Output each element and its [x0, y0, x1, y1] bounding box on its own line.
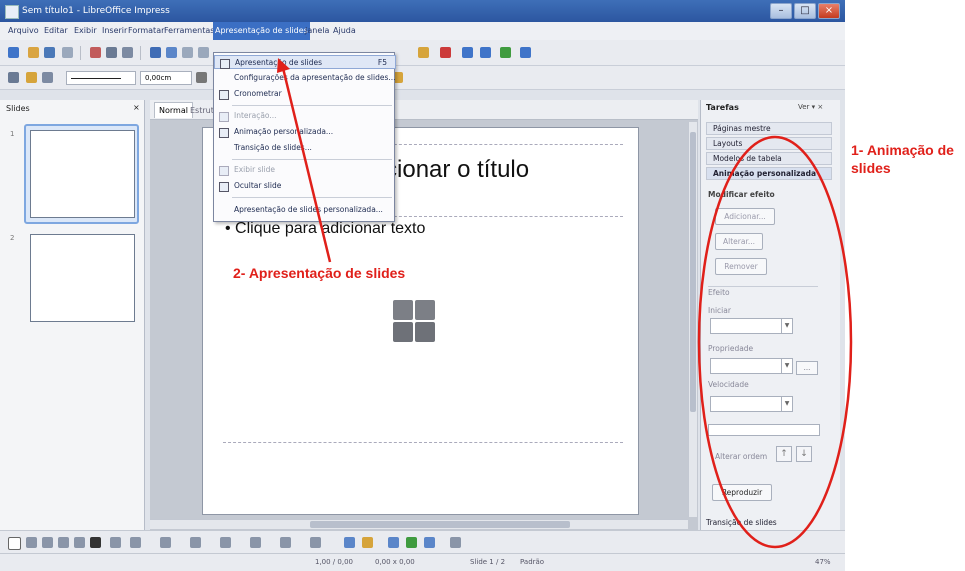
annotation-arrow-line	[281, 67, 332, 263]
task-panel-highlight-ellipse	[697, 135, 853, 549]
annotation-label-2: 2- Apresentação de slides	[233, 265, 406, 281]
annotation-arrowhead-icon	[277, 58, 290, 73]
annotation-label-1: 1- Animação de slides	[851, 142, 954, 176]
annotation-overlay	[277, 58, 853, 549]
